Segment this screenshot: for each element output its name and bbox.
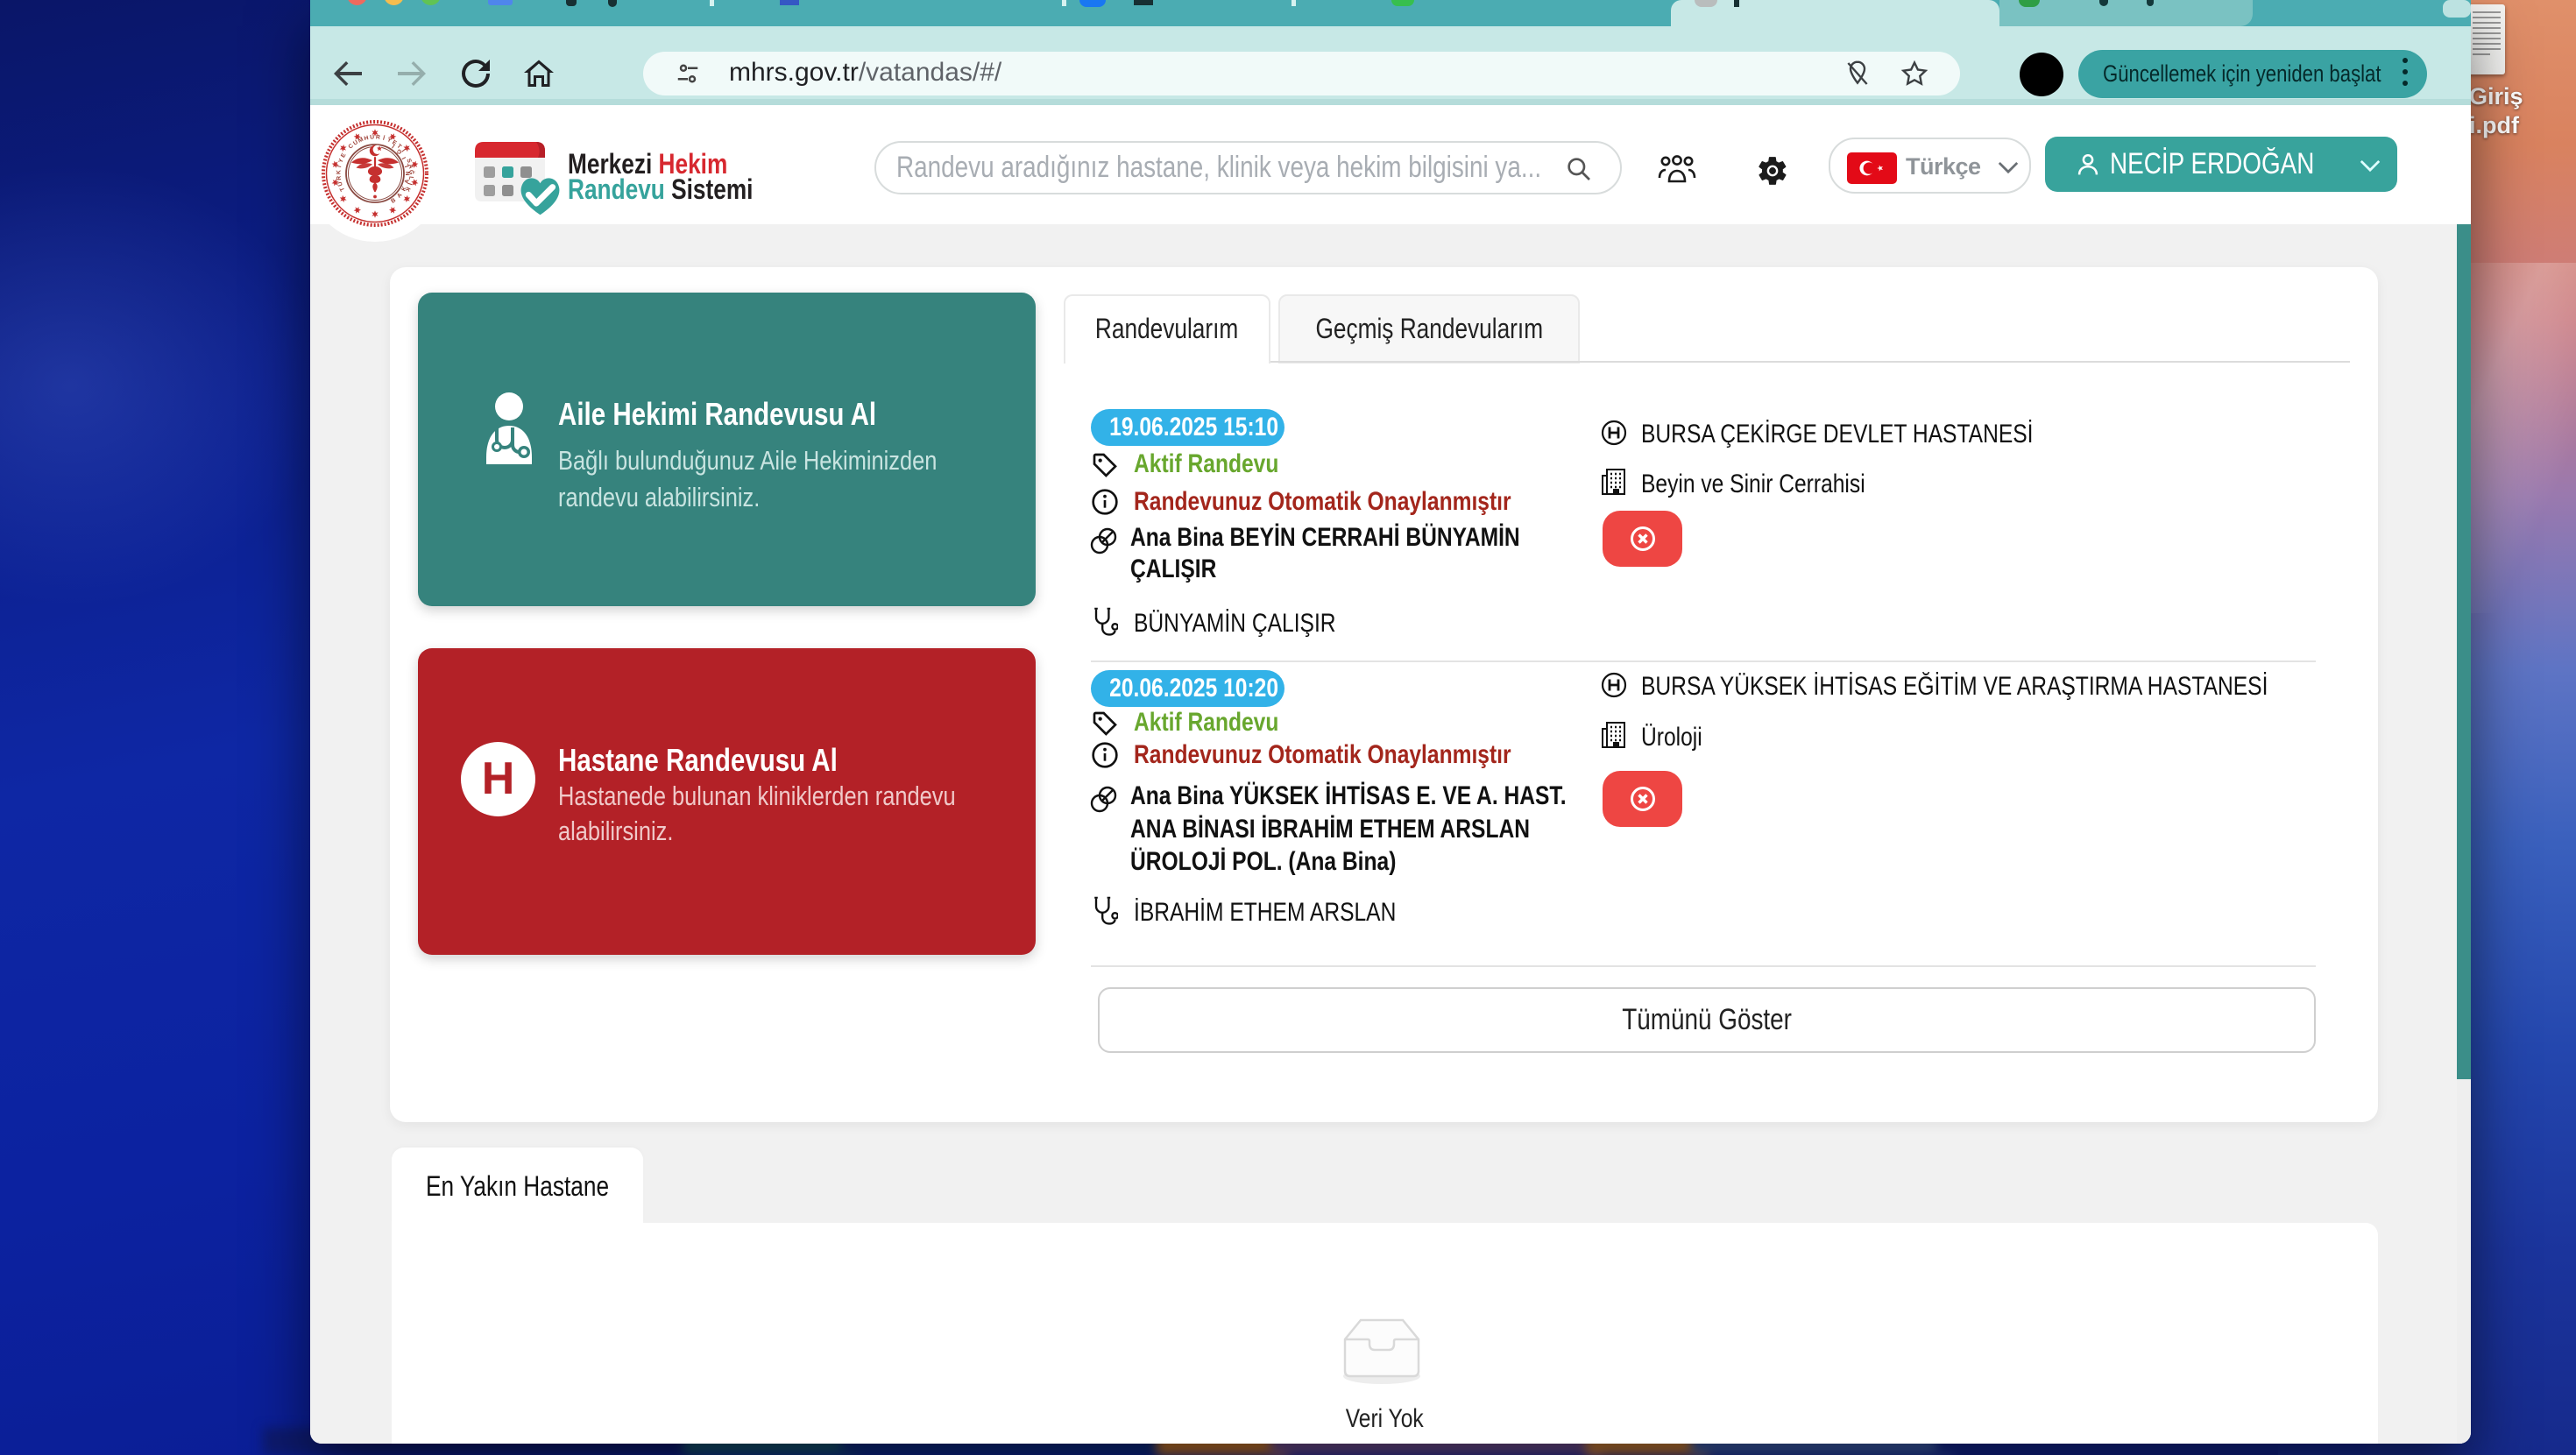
svg-text:İ: İ	[336, 165, 343, 167]
svg-text:B: B	[390, 197, 397, 205]
svg-text:H: H	[364, 135, 370, 142]
svg-text:L: L	[404, 163, 411, 168]
svg-text:E: E	[340, 152, 348, 159]
svg-text:K: K	[336, 170, 342, 174]
svg-text:N: N	[406, 171, 412, 175]
svg-text:Ğ: Ğ	[394, 147, 403, 156]
svg-text:U: U	[370, 134, 375, 140]
svg-text:R: R	[376, 134, 381, 140]
svg-text:A: A	[396, 192, 404, 199]
svg-text:R: R	[336, 175, 343, 180]
svg-text:İ: İ	[382, 135, 386, 142]
